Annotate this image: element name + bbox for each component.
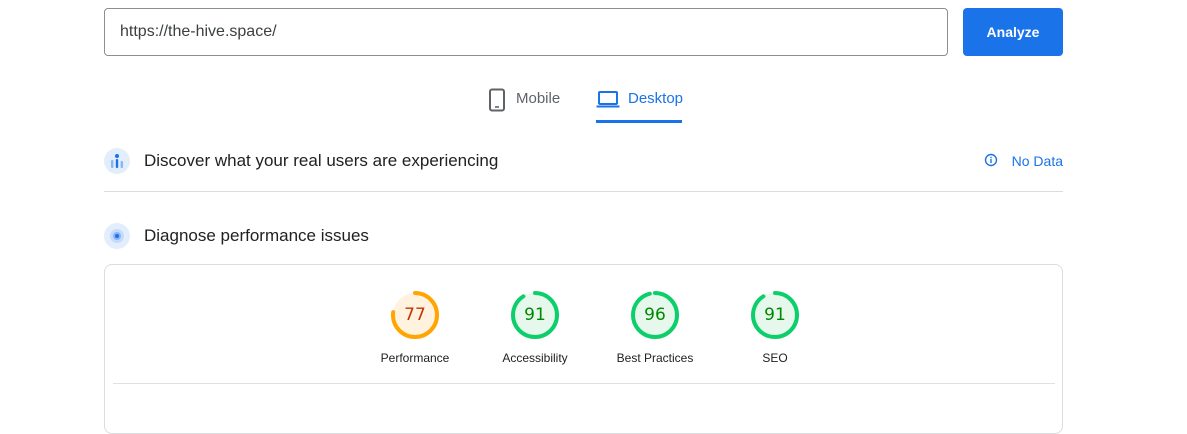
- no-data-link[interactable]: No Data: [984, 146, 1063, 176]
- score-label: Accessibility: [502, 351, 568, 365]
- field-data-section: Discover what your real users are experi…: [104, 146, 1063, 176]
- lab-data-title: Diagnose performance issues: [144, 226, 369, 245]
- no-data-label: No Data: [1011, 153, 1063, 169]
- scores-card: 77 Performance 91 Accessibility 96 Best Pract…: [104, 264, 1063, 434]
- score-value: 77: [404, 305, 426, 325]
- score-value: 96: [644, 305, 666, 325]
- gauge-ring: 96: [630, 290, 680, 340]
- card-divider: [113, 383, 1055, 384]
- score-gauge-accessibility[interactable]: 91 Accessibility: [475, 290, 595, 365]
- gauge-ring: 91: [750, 290, 800, 340]
- score-label: Best Practices: [616, 351, 694, 365]
- score-gauge-performance[interactable]: 77 Performance: [355, 290, 475, 365]
- score-gauge-seo[interactable]: 91 SEO: [715, 290, 835, 365]
- tab-desktop-label: Desktop: [628, 90, 684, 107]
- field-data-title: Discover what your real users are experi…: [144, 151, 499, 170]
- lab-data-section: Diagnose performance issues: [104, 222, 1063, 250]
- section-divider: [104, 191, 1063, 192]
- score-gauge-best-practices[interactable]: 96 Best Practices: [595, 290, 715, 365]
- laptop-icon: [596, 88, 620, 110]
- url-input[interactable]: [104, 8, 948, 56]
- radar-icon: [104, 223, 130, 249]
- score-label: Performance: [380, 351, 450, 365]
- users-chart-icon: [104, 148, 130, 174]
- tab-mobile[interactable]: Mobile: [486, 84, 560, 122]
- analyze-button[interactable]: Analyze: [963, 8, 1063, 56]
- score-value: 91: [764, 305, 786, 325]
- score-label: SEO: [762, 351, 788, 365]
- gauge-ring: 91: [510, 290, 560, 340]
- tab-mobile-label: Mobile: [516, 90, 561, 107]
- tab-desktop[interactable]: Desktop: [596, 84, 684, 123]
- gauge-ring: 77: [390, 290, 440, 340]
- smartphone-icon: [486, 88, 508, 112]
- info-icon: [984, 153, 998, 170]
- score-gauges: 77 Performance 91 Accessibility 96 Best Pract…: [355, 290, 835, 365]
- score-value: 91: [524, 305, 546, 325]
